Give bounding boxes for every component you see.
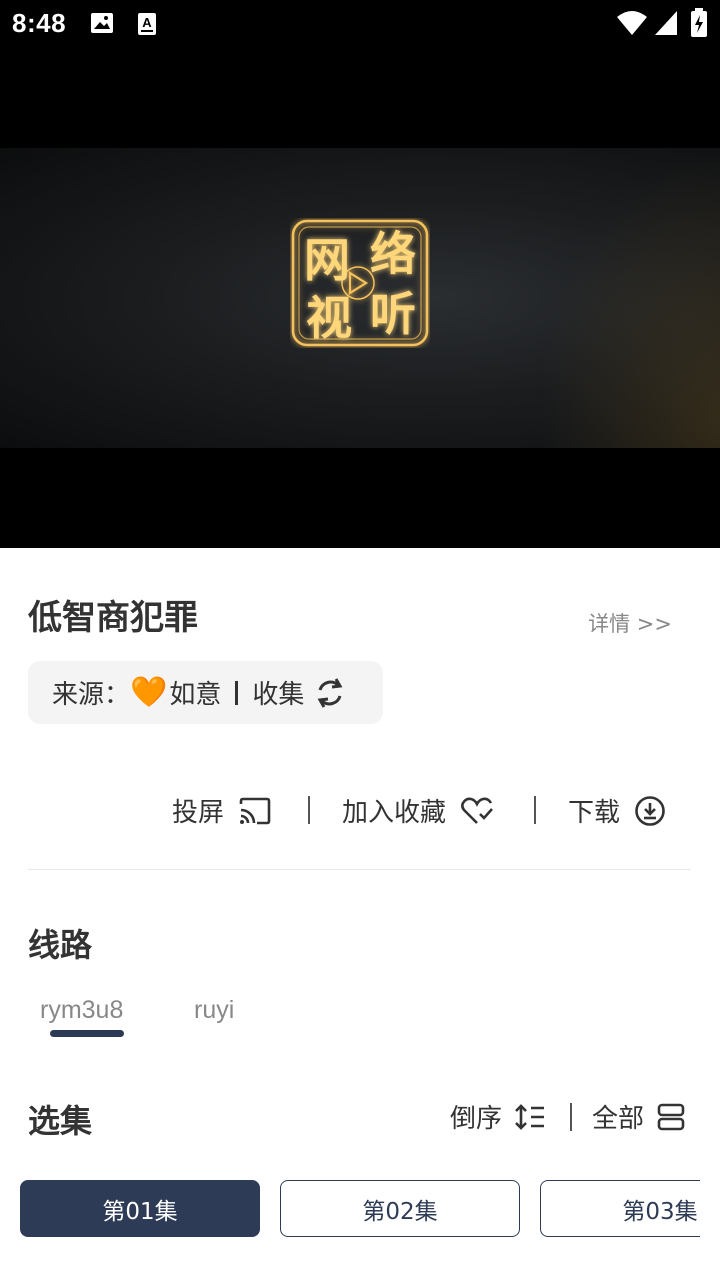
- episode-scroller: 第03集: [540, 1180, 700, 1237]
- page-title: 低智商犯罪: [28, 598, 198, 638]
- action-bar: 投屏 加入收藏 下载: [0, 780, 720, 840]
- signal-icon: [654, 10, 678, 40]
- logo-char: 网: [304, 233, 350, 287]
- cast-button[interactable]: 投屏: [172, 792, 272, 829]
- tool-divider: [570, 1103, 572, 1131]
- all-label: 全部: [592, 1104, 645, 1134]
- source-separator: [235, 680, 239, 705]
- all-episodes-button[interactable]: 全部: [592, 1098, 686, 1135]
- sort-icon: [515, 1103, 545, 1130]
- favorite-label: 加入收藏: [342, 798, 447, 828]
- sort-label: 倒序: [450, 1104, 503, 1134]
- status-time: 8:48: [12, 8, 67, 38]
- action-divider: [534, 796, 536, 824]
- svg-text:A: A: [142, 15, 152, 30]
- episodes-title: 选集: [28, 1102, 93, 1140]
- download-button[interactable]: 下载: [568, 792, 666, 829]
- heart-icon: 🧡: [130, 675, 168, 710]
- sort-button[interactable]: 倒序: [450, 1098, 546, 1135]
- battery-icon: [690, 8, 708, 42]
- text-a-icon: A: [137, 12, 157, 40]
- route-active-indicator: [50, 1030, 124, 1037]
- episode-button[interactable]: 第02集: [280, 1180, 520, 1237]
- episode-button[interactable]: 第03集: [540, 1180, 700, 1237]
- source-name: 如意: [169, 680, 222, 710]
- refresh-icon[interactable]: [314, 676, 346, 710]
- route-tab-ruyi[interactable]: ruyi: [194, 996, 234, 1025]
- source-label: 来源：: [52, 680, 131, 710]
- detail-link[interactable]: 详情 >>: [588, 608, 672, 638]
- cast-label: 投屏: [172, 798, 225, 828]
- episode-button[interactable]: 第01集: [20, 1180, 260, 1237]
- routes-title: 线路: [28, 926, 93, 964]
- action-divider: [308, 796, 310, 824]
- logo-char: 听: [370, 287, 416, 341]
- route-tab-rym3u8[interactable]: rym3u8: [40, 996, 123, 1025]
- grid-list-icon: [657, 1103, 685, 1130]
- logo-char: 络: [370, 227, 416, 281]
- logo-char: 视: [306, 291, 352, 345]
- download-icon: [635, 795, 665, 826]
- wifi-icon: [616, 10, 648, 40]
- image-icon: [90, 12, 114, 38]
- collect-label: 收集: [252, 680, 305, 710]
- video-frame[interactable]: 网 络 视 听: [0, 148, 720, 448]
- heart-check-icon: [461, 797, 493, 824]
- source-selector[interactable]: 来源： 🧡 如意 收集: [28, 661, 383, 724]
- status-bar: 8:48 A: [0, 0, 720, 48]
- section-divider: [28, 869, 691, 870]
- video-logo: 网 络 视 听: [291, 219, 429, 347]
- download-label: 下载: [568, 798, 621, 828]
- video-player[interactable]: 网 络 视 听: [0, 48, 720, 548]
- favorite-button[interactable]: 加入收藏: [342, 792, 494, 829]
- cast-icon: [239, 797, 271, 824]
